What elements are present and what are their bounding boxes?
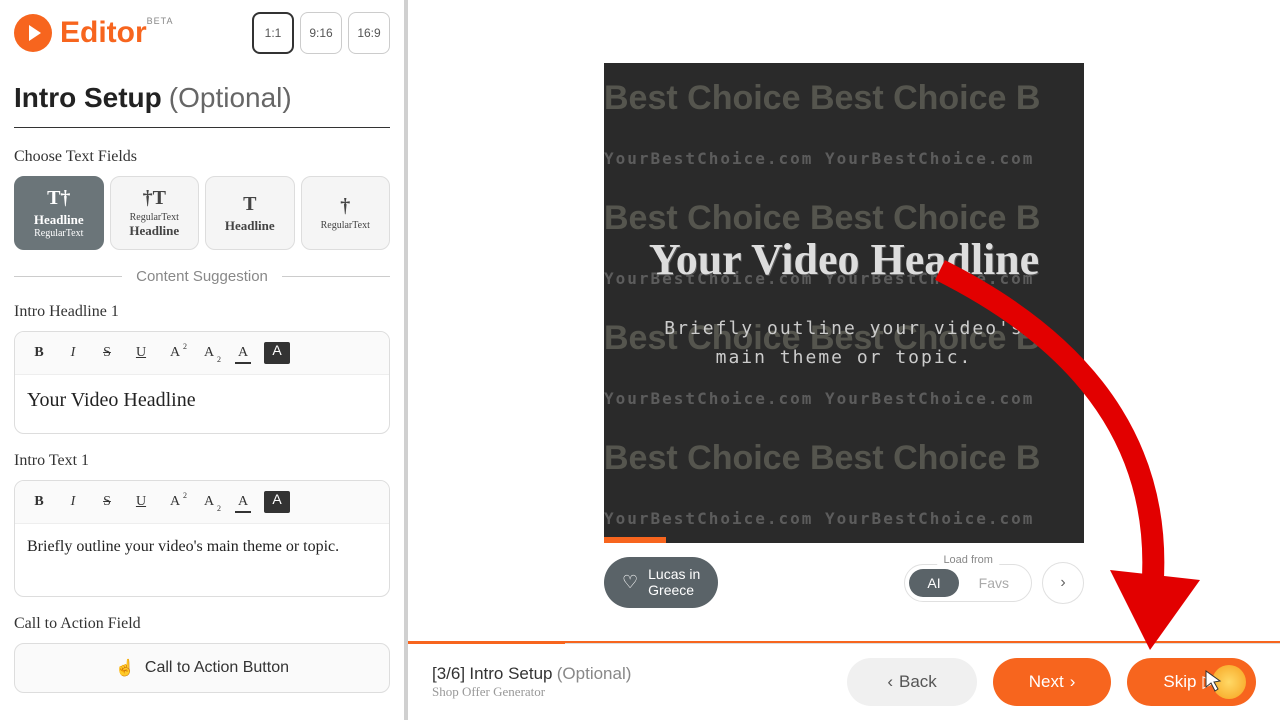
- ratio-16-9[interactable]: 16:9: [348, 12, 390, 54]
- footer: [3/6] Intro Setup (Optional) Shop Offer …: [408, 641, 1280, 720]
- section-title: Intro Setup (Optional): [14, 82, 390, 128]
- choose-fields-label: Choose Text Fields: [14, 148, 390, 166]
- text-editor: B I S U A A A A Briefly outline your vid…: [14, 480, 390, 597]
- canvas-headline: Your Video Headline: [649, 234, 1039, 287]
- next-button[interactable]: Next ›: [993, 658, 1112, 706]
- italic-button[interactable]: I: [57, 487, 89, 517]
- heart-icon: ♡: [622, 572, 638, 593]
- theme-selector[interactable]: ♡ Lucas in Greece: [604, 557, 718, 608]
- load-from-group: Load from AI Favs: [904, 564, 1032, 602]
- chevron-left-icon: ‹: [887, 672, 893, 692]
- superscript-button[interactable]: A: [159, 338, 191, 368]
- italic-button[interactable]: I: [57, 338, 89, 368]
- progress-bar[interactable]: [604, 537, 666, 543]
- headline-input[interactable]: Your Video Headline: [15, 375, 389, 433]
- headline-label: Intro Headline 1: [14, 303, 390, 321]
- main-area: Best Choice Best Choice B YourBestChoice…: [408, 0, 1280, 720]
- text-color-button[interactable]: A: [227, 487, 259, 517]
- strikethrough-button[interactable]: S: [91, 338, 123, 368]
- load-ai[interactable]: AI: [909, 569, 958, 597]
- preview-controls: ♡ Lucas in Greece Load from AI Favs ›: [604, 557, 1084, 608]
- footer-info: [3/6] Intro Setup (Optional) Shop Offer …: [432, 664, 831, 700]
- chevron-right-icon: ›: [1060, 574, 1065, 592]
- field-type-headline-regular[interactable]: T† Headline RegularText: [14, 176, 104, 250]
- subscript-button[interactable]: A: [193, 338, 225, 368]
- sidebar: EditorBETA 1:1 9:16 16:9 Intro Setup (Op…: [0, 0, 408, 720]
- bg-color-button[interactable]: A: [261, 338, 293, 368]
- cta-label: Call to Action Field: [14, 615, 390, 633]
- content-suggestion-divider: Content Suggestion: [14, 268, 390, 285]
- step-subtitle: Shop Offer Generator: [432, 684, 831, 700]
- video-canvas[interactable]: Best Choice Best Choice B YourBestChoice…: [604, 63, 1084, 543]
- header: EditorBETA 1:1 9:16 16:9: [14, 12, 390, 54]
- strikethrough-button[interactable]: S: [91, 487, 123, 517]
- field-type-regular-only[interactable]: † RegularText: [301, 176, 391, 250]
- skip-button[interactable]: Skip ▷|: [1127, 658, 1256, 706]
- load-label: Load from: [937, 554, 999, 566]
- bold-button[interactable]: B: [23, 487, 55, 517]
- highlight-icon: [1212, 665, 1246, 699]
- field-type-selector: T† Headline RegularText †T RegularText H…: [14, 176, 390, 250]
- text-input[interactable]: Briefly outline your video's main theme …: [15, 524, 389, 596]
- ratio-9-16[interactable]: 9:16: [300, 12, 342, 54]
- text-toolbar: B I S U A A A A: [15, 481, 389, 524]
- logo-play-icon: [14, 14, 52, 52]
- step-title: [3/6] Intro Setup (Optional): [432, 664, 831, 684]
- field-type-headline-only[interactable]: T Headline: [205, 176, 295, 250]
- text-label: Intro Text 1: [14, 452, 390, 470]
- preview-area: Best Choice Best Choice B YourBestChoice…: [408, 0, 1280, 641]
- aspect-ratio-group: 1:1 9:16 16:9: [252, 12, 390, 54]
- text-color-button[interactable]: A: [227, 338, 259, 368]
- next-theme-button[interactable]: ›: [1042, 562, 1084, 604]
- logo-text: EditorBETA: [60, 16, 174, 50]
- pointer-icon: ☝: [115, 658, 135, 678]
- back-button[interactable]: ‹ Back: [847, 658, 976, 706]
- chevron-right-icon: ›: [1070, 672, 1076, 692]
- bold-button[interactable]: B: [23, 338, 55, 368]
- headline-editor: B I S U A A A A Your Video Headline: [14, 331, 390, 434]
- superscript-button[interactable]: A: [159, 487, 191, 517]
- underline-button[interactable]: U: [125, 338, 157, 368]
- canvas-text: Briefly outline your video's main theme …: [644, 315, 1044, 373]
- canvas-content: Your Video Headline Briefly outline your…: [604, 63, 1084, 543]
- subscript-button[interactable]: A: [193, 487, 225, 517]
- bg-color-button[interactable]: A: [261, 487, 293, 517]
- cta-button[interactable]: ☝ Call to Action Button: [14, 643, 390, 693]
- ratio-1-1[interactable]: 1:1: [252, 12, 294, 54]
- field-type-regular-headline[interactable]: †T RegularText Headline: [110, 176, 200, 250]
- load-favs[interactable]: Favs: [961, 569, 1027, 597]
- logo: EditorBETA: [14, 14, 174, 52]
- underline-button[interactable]: U: [125, 487, 157, 517]
- headline-toolbar: B I S U A A A A: [15, 332, 389, 375]
